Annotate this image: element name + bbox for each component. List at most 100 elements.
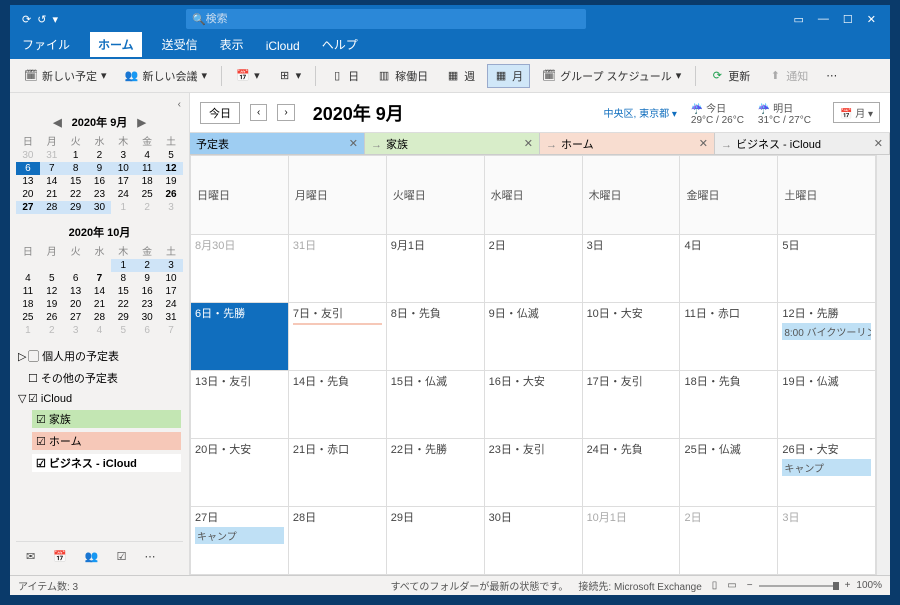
notify-button[interactable]: ⬆通知 <box>762 65 814 87</box>
ribbon-display-icon[interactable]: ▭ <box>794 13 804 26</box>
calendar-cell[interactable]: 25日・仏滅 <box>680 439 778 507</box>
calendar-cell[interactable]: 2日 <box>680 507 778 575</box>
minical-day[interactable]: 21 <box>40 188 64 201</box>
minical-day[interactable]: 21 <box>88 298 112 311</box>
minical-day[interactable]: 6 <box>135 324 159 337</box>
minical-day[interactable]: 6 <box>64 272 88 285</box>
tab-close-icon[interactable]: ✕ <box>699 137 708 150</box>
calendar-event[interactable]: キャンプ <box>782 459 871 476</box>
group-schedule-button[interactable]: 🗓グループ スケジュール▾ <box>536 65 687 87</box>
minical-day[interactable]: 31 <box>40 149 64 162</box>
menu-表示[interactable]: 表示 <box>218 32 246 59</box>
minical-day[interactable]: 18 <box>135 175 159 188</box>
next-month-button[interactable]: › <box>277 104 294 121</box>
minical-day[interactable]: 30 <box>88 201 112 214</box>
minical-day[interactable]: 22 <box>64 188 88 201</box>
minical-day[interactable]: 30 <box>16 149 40 162</box>
minical-day[interactable]: 3 <box>64 324 88 337</box>
calendar-cell[interactable]: 3日 <box>778 507 876 575</box>
zoom-slider[interactable] <box>759 585 839 587</box>
minical-day[interactable]: 7 <box>159 324 183 337</box>
search-input[interactable] <box>206 13 580 25</box>
minical-day[interactable]: 19 <box>40 298 64 311</box>
zoom-out-icon[interactable]: − <box>747 580 753 591</box>
view-selector[interactable]: 📅 月 ▾ <box>833 102 880 123</box>
minical-day[interactable]: 23 <box>88 188 112 201</box>
calendar-cell[interactable]: 8日・先負 <box>386 303 484 371</box>
refresh-button[interactable]: ⟳更新 <box>704 65 756 87</box>
minical-day[interactable]: 3 <box>111 149 135 162</box>
minical-day[interactable]: 7 <box>88 272 112 285</box>
calendar-cell[interactable]: 4日 <box>680 235 778 303</box>
minical-day[interactable]: 5 <box>111 324 135 337</box>
minical-day[interactable]: 4 <box>135 149 159 162</box>
minical-day[interactable]: 26 <box>159 188 183 201</box>
minical-day[interactable]: 3 <box>159 259 183 272</box>
minical-day[interactable]: 4 <box>88 324 112 337</box>
calendar-cell[interactable]: 17日・友引 <box>582 371 680 439</box>
minical-day[interactable]: 15 <box>64 175 88 188</box>
calendar-cell[interactable]: 22日・先勝 <box>386 439 484 507</box>
chevron-down-icon[interactable]: ▾ <box>254 69 260 82</box>
minical-day[interactable]: 4 <box>16 272 40 285</box>
minical-day[interactable]: 28 <box>88 311 112 324</box>
minical-day[interactable]: 2 <box>40 324 64 337</box>
minical-day[interactable]: 25 <box>135 188 159 201</box>
calendar-item[interactable]: ☑ 家族 <box>16 408 183 430</box>
chevron-down-icon[interactable]: ▾ <box>202 69 208 82</box>
calendar-cell[interactable]: 12日・先勝8:00 バイクツーリング 志賀島へ; 志賀島 <box>778 303 876 371</box>
calendar-cell[interactable]: 29日 <box>386 507 484 575</box>
minical-day[interactable]: 1 <box>111 259 135 272</box>
calendar-cell[interactable]: 15日・仏滅 <box>386 371 484 439</box>
calendar-cell[interactable]: 5日 <box>778 235 876 303</box>
minical-day[interactable]: 28 <box>40 201 64 214</box>
minical-day[interactable]: 9 <box>88 162 112 175</box>
group-personal[interactable]: ▷▢ 個人用の予定表 <box>16 345 183 367</box>
minical-day[interactable]: 24 <box>111 188 135 201</box>
minical-next[interactable]: ▶ <box>133 116 149 129</box>
today-button[interactable]: 今日 <box>200 102 240 124</box>
calendar-cell[interactable]: 9月1日 <box>386 235 484 303</box>
minical-day[interactable]: 22 <box>111 298 135 311</box>
minical-day[interactable]: 27 <box>64 311 88 324</box>
menu-ファイル[interactable]: ファイル <box>20 32 72 59</box>
goto-date-button[interactable]: 📅▾ <box>230 66 266 86</box>
calendar-cell[interactable]: 14日・先負 <box>288 371 386 439</box>
menu-ホーム[interactable]: ホーム <box>90 32 142 59</box>
minical-day[interactable]: 8 <box>111 272 135 285</box>
minical-day[interactable]: 7 <box>40 162 64 175</box>
day-view-button[interactable]: ▯日 <box>324 65 365 87</box>
minical-day[interactable]: 18 <box>16 298 40 311</box>
minical-day[interactable]: 16 <box>88 175 112 188</box>
nav-more-icon[interactable]: ⋯ <box>145 550 156 563</box>
minical-day[interactable]: 20 <box>64 298 88 311</box>
minical-day[interactable]: 26 <box>40 311 64 324</box>
minical-day[interactable]: 14 <box>40 175 64 188</box>
minical-day[interactable]: 19 <box>159 175 183 188</box>
minical-day[interactable]: 23 <box>135 298 159 311</box>
minical-day[interactable]: 29 <box>64 201 88 214</box>
undo-icon[interactable]: ↺ <box>37 13 46 26</box>
calendar-cell[interactable]: 7日・友引 <box>288 303 386 371</box>
calendar-cell[interactable]: 8月30日 <box>191 235 289 303</box>
minical-day[interactable]: 2 <box>135 259 159 272</box>
maximize-icon[interactable]: ☐ <box>843 13 853 26</box>
minical-day[interactable]: 17 <box>111 175 135 188</box>
minical-day[interactable]: 3 <box>159 201 183 214</box>
minical-day[interactable]: 2 <box>135 201 159 214</box>
week-view-button[interactable]: ▦週 <box>440 65 481 87</box>
view-reading-icon[interactable]: ▭ <box>727 580 736 591</box>
qat-dropdown-icon[interactable]: ▾ <box>52 13 58 26</box>
calendar-cell[interactable]: 13日・友引 <box>191 371 289 439</box>
people-icon[interactable]: 👥 <box>85 550 99 563</box>
minical-day[interactable]: 31 <box>159 311 183 324</box>
tasks-icon[interactable]: ☑ <box>117 550 127 563</box>
minical-day[interactable]: 24 <box>159 298 183 311</box>
arrange-button[interactable]: ⊞▾ <box>272 66 308 86</box>
minical-day[interactable]: 30 <box>135 311 159 324</box>
minical-day[interactable]: 13 <box>16 175 40 188</box>
ribbon-more-button[interactable]: ⋯ <box>820 66 843 85</box>
weather-location[interactable]: 中央区, 東京都 ▾ <box>604 105 677 120</box>
calendar-cell[interactable]: 16日・大安 <box>484 371 582 439</box>
menu-iCloud[interactable]: iCloud <box>264 35 302 59</box>
